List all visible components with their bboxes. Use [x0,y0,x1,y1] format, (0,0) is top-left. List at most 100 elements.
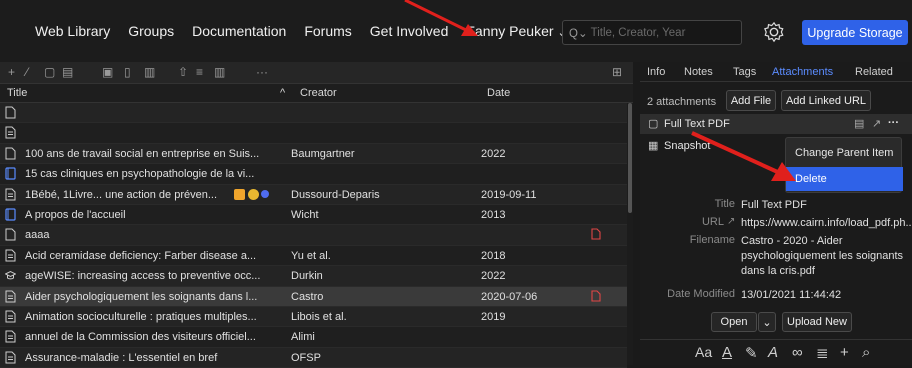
upload-new-button[interactable]: Upload New [782,312,852,332]
table-row[interactable]: aaaa [0,225,627,246]
column-creator[interactable]: Creator [300,87,337,99]
tab-attachments[interactable]: Attachments [772,66,833,78]
column-date[interactable]: Date [487,87,510,99]
nav-forums[interactable]: Forums [304,23,351,39]
new-note-icon[interactable]: ▢ [44,65,55,79]
add-by-identifier-icon[interactable]: ⁄ [26,65,28,79]
tab-info[interactable]: Info [647,66,665,78]
row-creator: Wicht [291,208,319,221]
column-header: Title ^ Creator Date [0,84,633,103]
attachment-label: Snapshot [664,140,711,152]
link-icon[interactable]: ∞ [792,344,803,361]
table-row[interactable]: A propos de l'accueil Wicht 2013 [0,204,627,226]
attachment-context-menu: Change Parent Item Delete [785,137,903,193]
note-badge-icon [234,188,245,200]
export-icon[interactable]: ⇧ [178,65,188,79]
pdf-icon[interactable] [591,289,601,302]
plus-icon[interactable]: + [840,344,849,361]
user-menu[interactable]: Fanny Peuker ⌄ [466,23,566,39]
tab-tags[interactable]: Tags [733,66,756,78]
date-modified-label: Date Modified [667,288,735,300]
nav-documentation[interactable]: Documentation [192,23,286,39]
attachment-item-pdf[interactable]: ▢ Full Text PDF ▤ ↗ ··· [640,114,912,134]
pdf-icon[interactable] [591,228,601,240]
row-title: A propos de l'accueil [25,208,126,221]
add-linked-url-button[interactable]: Add Linked URL [781,90,871,111]
table-row[interactable]: Acid ceramidase deficiency: Farber disea… [0,245,627,267]
text-style-icon[interactable]: Aa [695,344,712,360]
main-nav: Web Library Groups Documentation Forums … [35,23,585,39]
top-navigation-bar: Web Library Groups Documentation Forums … [0,0,912,62]
more-icon[interactable]: ··· [888,117,899,129]
attachment-count: 2 attachments [647,96,717,108]
open-external-icon[interactable]: ↗ [872,117,881,130]
menu-item-delete[interactable]: Delete [786,167,903,191]
text-annotation-icon[interactable]: A [768,344,778,361]
search-icon: Q⌄ [569,27,588,40]
tab-notes[interactable]: Notes [684,66,713,78]
row-date: 2019 [481,310,506,323]
table-row[interactable]: Animation socioculturelle : pratiques mu… [0,306,627,328]
table-row[interactable]: annuel de la Commission des visiteurs of… [0,327,627,348]
items-scrollbar[interactable] [627,103,633,365]
scrollbar-thumb[interactable] [628,103,632,213]
table-row[interactable] [0,103,627,124]
nav-get-involved[interactable]: Get Involved [370,23,449,39]
doc-icon [5,106,16,119]
highlight-icon[interactable]: ✎ [745,344,758,362]
table-row[interactable]: 100 ans de travail social en entreprise … [0,143,627,165]
url-value[interactable]: https://www.cairn.info/load_pdf.ph... [741,216,911,231]
item-pane: Info Notes Tags Attachments Related 2 at… [640,62,912,365]
more-actions-icon[interactable]: ··· [256,65,268,79]
duplicate-icon[interactable]: ▯ [124,65,131,79]
nav-web-library[interactable]: Web Library [35,23,110,39]
underline-icon[interactable]: A [722,344,732,361]
row-date: 2019-09-11 [481,188,537,201]
doc-text-icon [5,249,16,262]
add-to-collection-icon[interactable]: ▣ [102,65,113,79]
title-value[interactable]: Full Text PDF [741,198,911,213]
column-title[interactable]: Title [7,87,27,99]
attachment-badges [234,188,270,200]
search-input[interactable]: Q⌄ Title, Creator, Year [562,20,742,45]
cite-icon[interactable]: ≡ [196,65,203,79]
document-icon: ▢ [648,118,659,130]
tab-related[interactable]: Related [855,66,893,78]
doc-icon [5,147,16,160]
table-row[interactable]: ageWISE: increasing access to preventive… [0,266,627,287]
doc-text-icon [5,126,16,139]
table-row[interactable]: 15 cas cliniques en psychopathologie de … [0,164,627,185]
doc-text-icon [5,351,16,364]
doc-text-icon [5,330,16,343]
column-picker-icon[interactable]: ⊞ [612,65,622,79]
row-title: Assurance-maladie : L'essentiel en bref [25,351,218,364]
add-file-button[interactable]: Add File [726,90,776,111]
table-row[interactable]: Aider psychologiquement les soignants da… [0,286,627,307]
add-attachment-icon[interactable]: ▤ [62,65,73,79]
filename-value[interactable]: Castro - 2020 - Aider psychologiquement … [741,234,911,279]
row-creator: Durkin [291,270,323,283]
face-badge-icon [247,188,259,200]
date-modified-value: 13/01/2021 11:44:42 [741,289,842,301]
search-icon[interactable]: ⌕ [862,344,870,361]
open-button[interactable]: Open [711,312,757,332]
row-date: 2013 [481,208,506,221]
row-title: ageWISE: increasing access to preventive… [25,270,261,283]
table-row[interactable] [0,123,627,144]
row-title: 100 ans de travail social en entreprise … [25,147,260,160]
table-row[interactable]: 1Bébé, 1Livre... une action de préven...… [0,184,627,205]
nav-groups[interactable]: Groups [128,23,174,39]
menu-item-change-parent[interactable]: Change Parent Item [786,141,903,165]
doc-text-icon [5,310,16,323]
title-label: Title [714,198,735,210]
link-icon[interactable]: ↗ [727,216,735,227]
new-item-icon[interactable]: + [8,65,15,79]
open-options-chevron-icon[interactable]: ⌄ [758,312,776,332]
list-icon[interactable]: ≣ [816,344,829,362]
row-date: 2022 [481,270,506,283]
pdf-icon[interactable]: ▤ [854,117,864,130]
trash-icon[interactable]: ▥ [144,65,155,79]
gear-icon[interactable] [763,21,785,43]
upgrade-storage-button[interactable]: Upgrade Storage [802,20,908,45]
bibliography-icon[interactable]: ▥ [214,65,225,79]
